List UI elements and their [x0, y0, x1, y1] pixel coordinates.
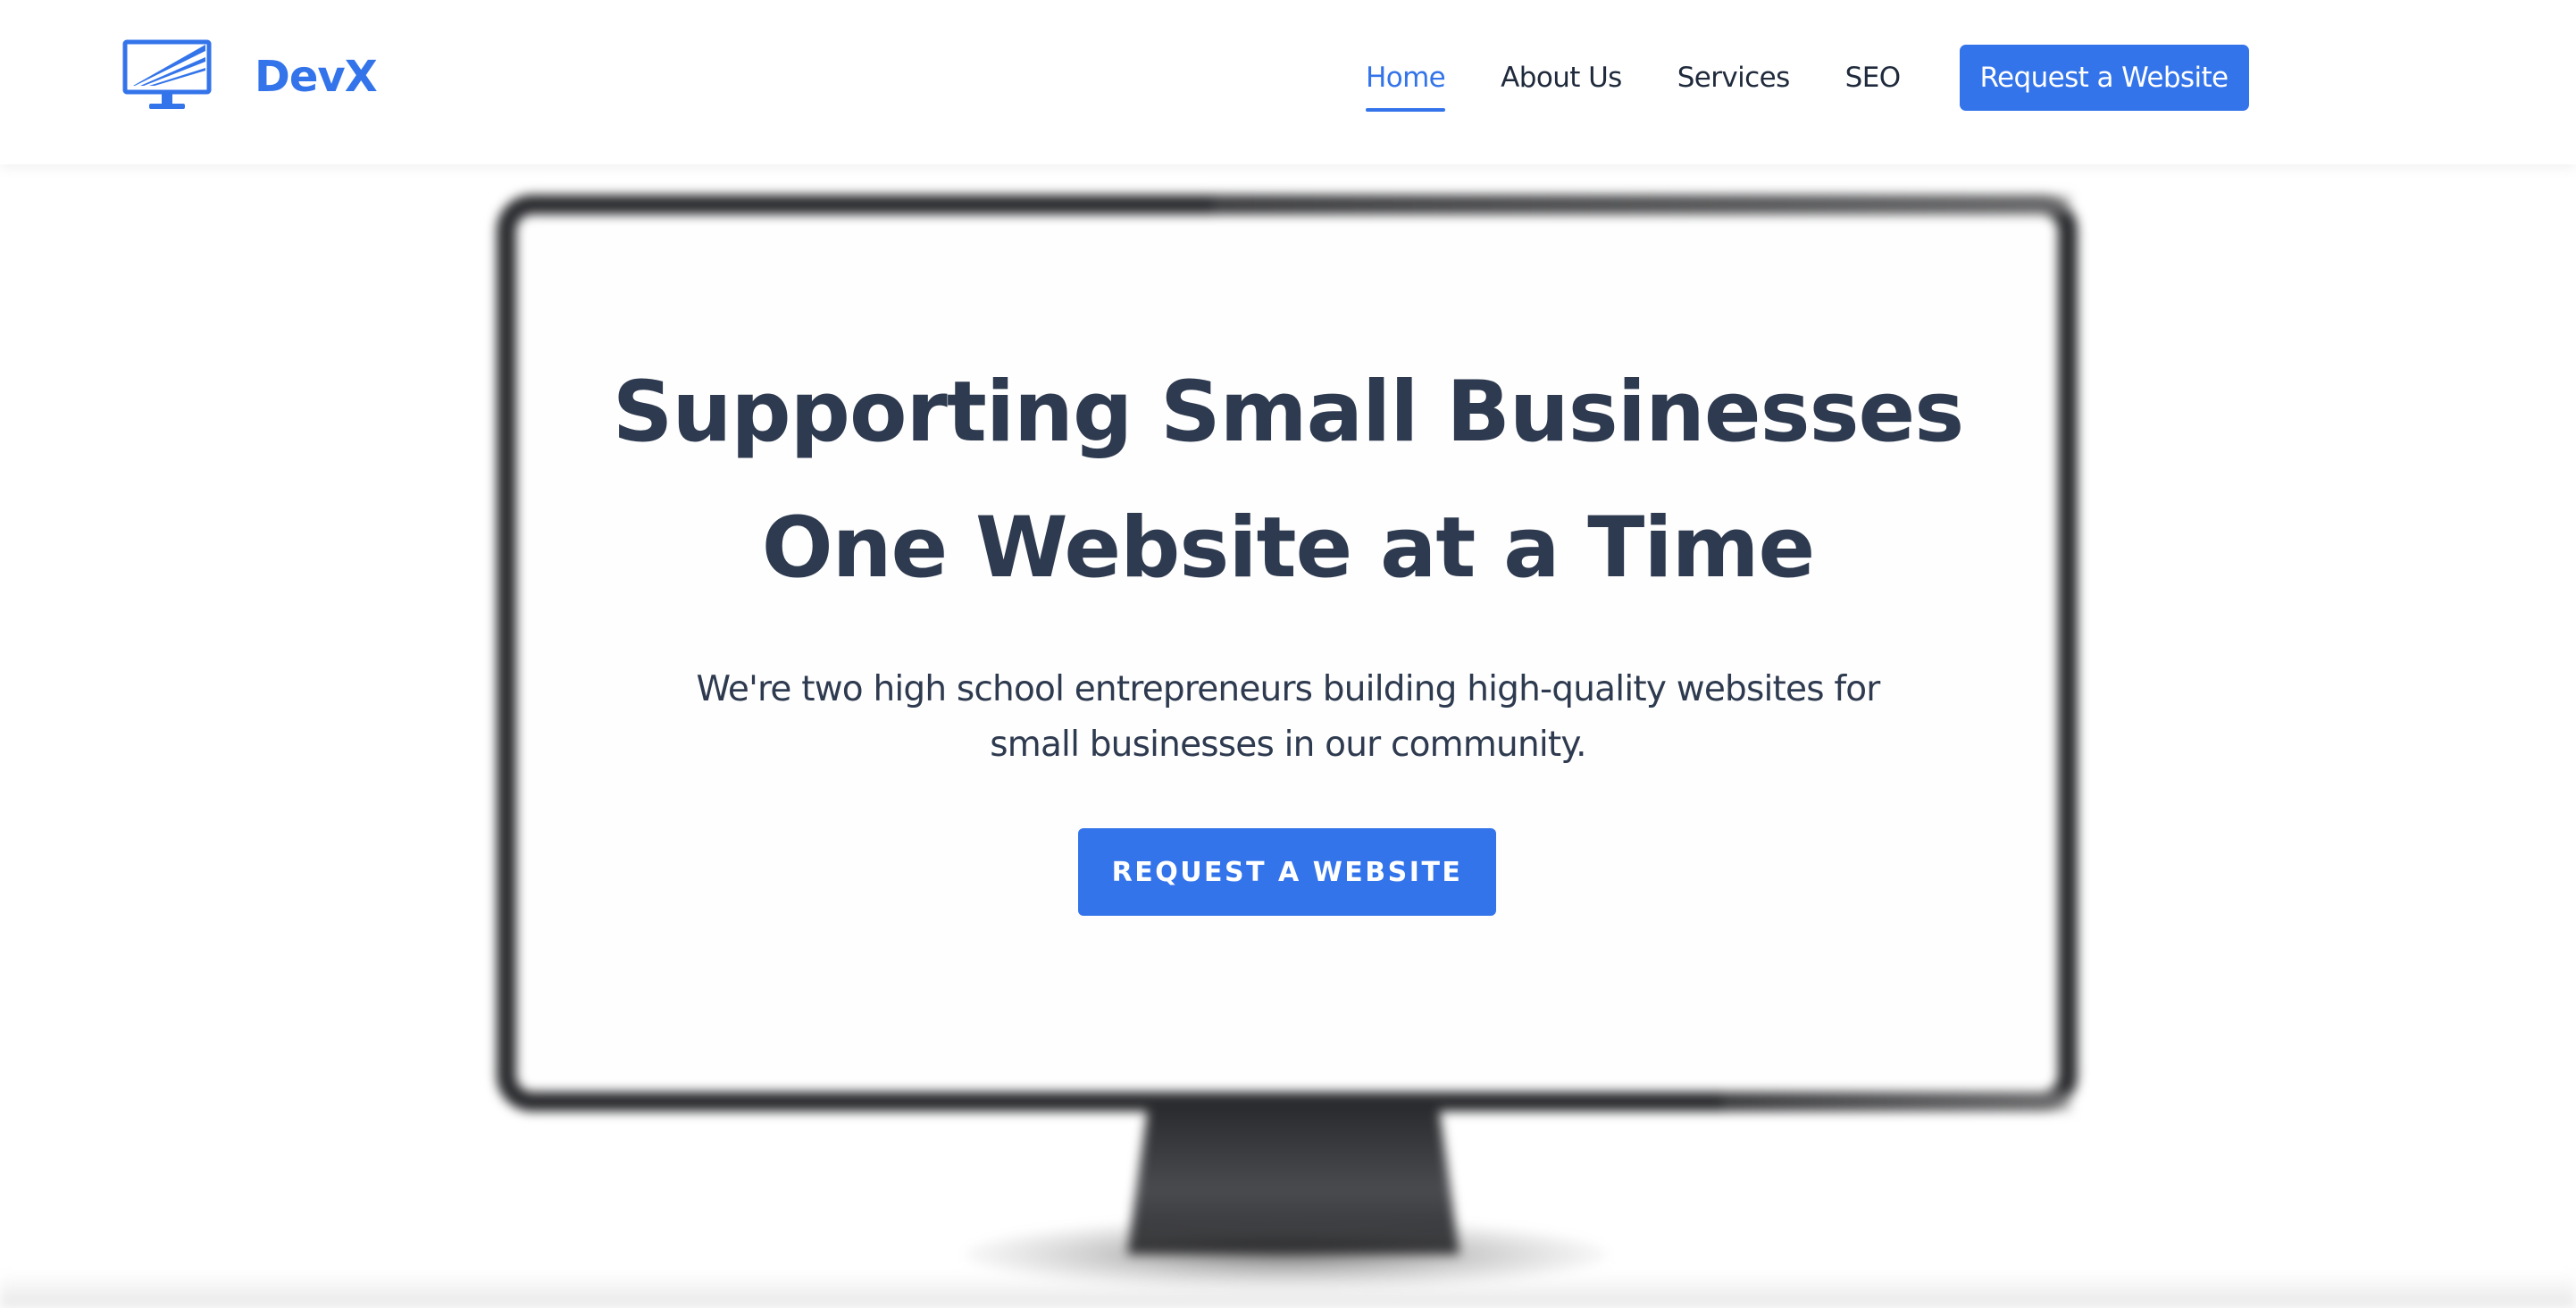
request-website-nav-button[interactable]: Request a Website — [1959, 45, 2249, 111]
hero-content: Supporting Small Businesses One Website … — [0, 164, 2576, 1308]
main-nav: Home About Us Services SEO Request a Web… — [1366, 45, 2249, 112]
hero-title-line-2: One Website at a Time — [761, 499, 1816, 597]
brand-name: DevX — [255, 52, 378, 102]
hero-section: Supporting Small Businesses One Website … — [0, 164, 2576, 1308]
nav-item-seo[interactable]: SEO — [1845, 62, 1901, 94]
monitor-logo-icon — [122, 39, 212, 109]
page: DevX Home About Us Services SEO Request … — [0, 0, 2576, 1308]
brand-link[interactable]: DevX — [122, 39, 378, 114]
hero-subtitle-line-1: We're two high school entrepreneurs buil… — [696, 669, 1880, 709]
hero-title-line-1: Supporting Small Businesses — [612, 364, 1964, 461]
nav-item-about-us[interactable]: About Us — [1501, 62, 1622, 94]
site-header: DevX Home About Us Services SEO Request … — [0, 0, 2576, 164]
request-website-hero-button[interactable]: REQUEST A WEBSITE — [1078, 828, 1496, 916]
nav-item-services[interactable]: Services — [1677, 62, 1791, 94]
nav-item-home[interactable]: Home — [1366, 62, 1446, 112]
hero-subtitle-line-2: small businesses in our community. — [990, 725, 1586, 765]
